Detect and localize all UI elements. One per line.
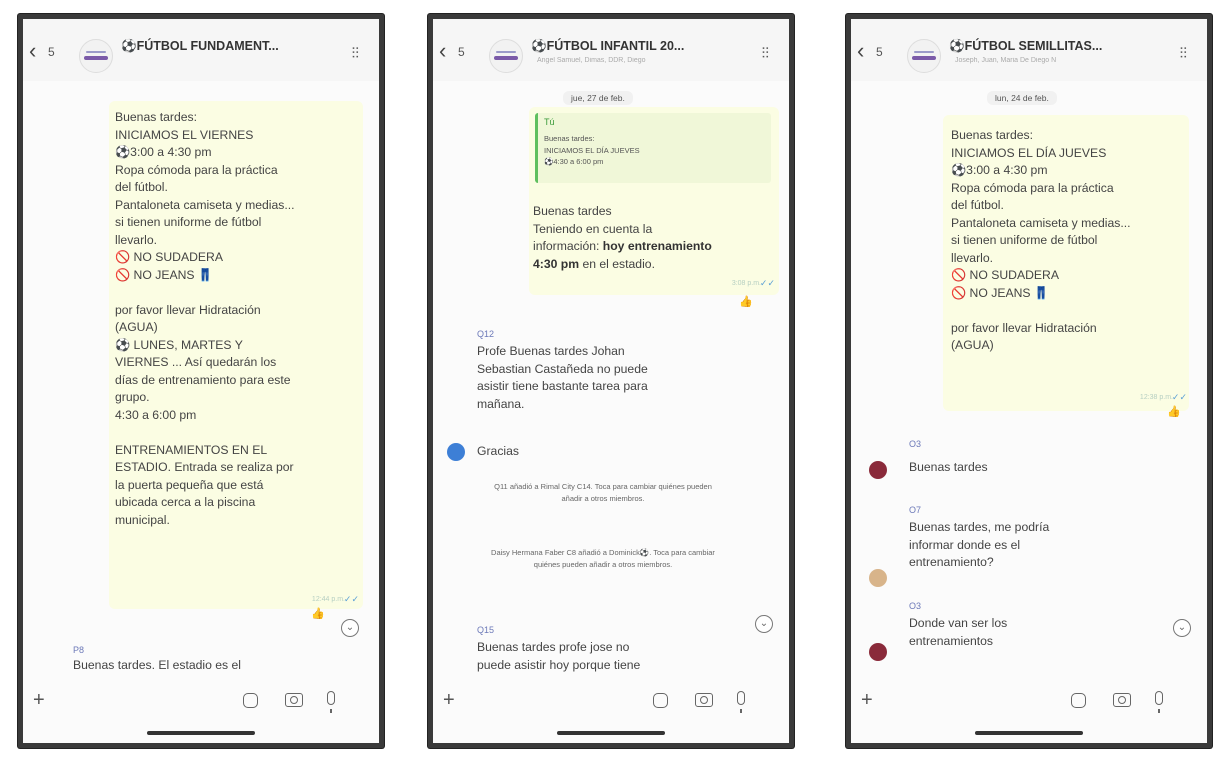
message-sender: Q12 <box>477 329 495 339</box>
group-avatar[interactable] <box>907 39 941 73</box>
sticker-icon[interactable] <box>243 693 258 708</box>
plus-icon[interactable]: + <box>861 689 873 712</box>
date-separator: jue, 27 de feb. <box>563 91 633 105</box>
message-text[interactable]: Buenas tardes <box>909 459 988 477</box>
message-sender: P8 <box>73 645 85 655</box>
scroll-down-button[interactable]: ⌄ <box>755 615 773 633</box>
waveform-icon[interactable]: ⫶⫶ <box>761 45 769 62</box>
waveform-icon[interactable]: ⫶⫶ <box>1179 45 1187 62</box>
scroll-down-button[interactable]: ⌄ <box>341 619 359 637</box>
back-arrow-icon[interactable]: ‹ <box>29 40 36 62</box>
group-title[interactable]: ⚽FÚTBOL INFANTIL 20... <box>531 39 684 54</box>
message-text: Buenas tardes Teniendo en cuenta la info… <box>533 203 777 273</box>
camera-icon[interactable] <box>285 693 303 707</box>
group-title[interactable]: ⚽FÚTBOL SEMILLITAS... <box>949 39 1102 54</box>
back-arrow-icon[interactable]: ‹ <box>857 40 864 62</box>
message-text[interactable]: Buenas tardes profe jose no puede asisti… <box>477 639 737 674</box>
contact-avatar[interactable] <box>869 643 887 661</box>
chat-header: ‹ 5 ⚽FÚTBOL INFANTIL 20... Angel Samuel,… <box>433 19 789 81</box>
reaction-thumbs-up[interactable]: 👍 <box>739 295 753 308</box>
system-message: Q11 añadió a Rimal City C14. Toca para c… <box>494 482 712 503</box>
message-bubble-outgoing[interactable]: Buenas tardes: INICIAMOS EL DÍA JUEVES ⚽… <box>943 115 1189 411</box>
read-tick-icon: ✓✓ <box>759 278 775 288</box>
message-sender: O7 <box>909 505 922 515</box>
plus-icon[interactable]: + <box>33 689 45 712</box>
home-indicator <box>147 731 255 735</box>
message-text: Buenas tardes: INICIAMOS EL DÍA JUEVES ⚽… <box>951 128 1131 352</box>
message-text[interactable]: Buenas tardes, me podría informar donde … <box>909 519 1149 572</box>
waveform-icon[interactable]: ⫶⫶ <box>351 45 359 62</box>
read-tick-icon: ✓✓ <box>1171 392 1187 402</box>
message-text[interactable]: Profe Buenas tardes Johan Sebastian Cast… <box>477 343 737 413</box>
back-unread-count[interactable]: 5 <box>48 45 55 59</box>
phone-screen-fundamentos: ‹ 5 ⚽FÚTBOL FUNDAMENT... ⫶⫶ Buenas tarde… <box>18 14 384 748</box>
group-title[interactable]: ⚽FÚTBOL FUNDAMENT... <box>121 39 279 54</box>
read-tick-icon: ✓✓ <box>343 594 359 604</box>
contact-avatar[interactable] <box>869 461 887 479</box>
message-sender: O3 <box>909 439 922 449</box>
microphone-icon[interactable] <box>327 691 335 713</box>
message-text[interactable]: Donde van ser los entrenamientos <box>909 615 1149 650</box>
contact-avatar[interactable] <box>869 569 887 587</box>
sticker-icon[interactable] <box>653 693 668 708</box>
message-time: 3:08 p.m. <box>731 280 761 287</box>
back-unread-count[interactable]: 5 <box>458 45 465 59</box>
chat-input-bar: + <box>851 685 1207 743</box>
group-subtitle[interactable]: Joseph, Juan, Maria De Diego N <box>955 57 1103 67</box>
message-sender: O3 <box>909 601 922 611</box>
scroll-down-button[interactable]: ⌄ <box>1173 619 1191 637</box>
reply-text-end: en el estadio. <box>582 256 655 271</box>
microphone-icon[interactable] <box>737 691 745 713</box>
group-subtitle[interactable] <box>127 57 275 67</box>
message-text[interactable]: Buenas tardes. El estadio es el <box>73 657 353 675</box>
message-time: 12:44 p.m. <box>311 596 345 603</box>
chat-header: ‹ 5 ⚽FÚTBOL SEMILLITAS... Joseph, Juan, … <box>851 19 1207 81</box>
phone-screen-semillitas: ‹ 5 ⚽FÚTBOL SEMILLITAS... Joseph, Juan, … <box>846 14 1212 748</box>
group-subtitle[interactable]: Angel Samuel, Dimas, DDR, Diego <box>537 57 685 67</box>
home-indicator <box>557 731 665 735</box>
message-bubble-outgoing[interactable]: Buenas tardes: INICIAMOS EL VIERNES ⚽3:0… <box>109 101 363 609</box>
message-text: Buenas tardes: INICIAMOS EL VIERNES ⚽3:0… <box>115 110 295 527</box>
quoted-message[interactable]: Tú Buenas tardes: INICIAMOS EL DÍA JUEVE… <box>535 113 771 183</box>
message-time: 12:38 p.m. <box>1139 394 1173 401</box>
chat-input-bar: + <box>433 685 789 743</box>
quote-author: Tú <box>544 117 555 127</box>
back-arrow-icon[interactable]: ‹ <box>439 40 446 62</box>
microphone-icon[interactable] <box>1155 691 1163 713</box>
home-indicator <box>975 731 1083 735</box>
contact-avatar[interactable] <box>447 443 465 461</box>
group-avatar[interactable] <box>489 39 523 73</box>
message-sender: Q15 <box>477 625 495 635</box>
camera-icon[interactable] <box>695 693 713 707</box>
message-bubble-outgoing[interactable]: Tú Buenas tardes: INICIAMOS EL DÍA JUEVE… <box>529 107 779 295</box>
sticker-icon[interactable] <box>1071 693 1086 708</box>
chat-input-bar: + <box>23 685 379 743</box>
plus-icon[interactable]: + <box>443 689 455 712</box>
quote-text: Buenas tardes: INICIAMOS EL DÍA JUEVES ⚽… <box>544 134 640 166</box>
group-avatar[interactable] <box>79 39 113 73</box>
reaction-thumbs-up[interactable]: 👍 <box>311 607 325 620</box>
back-unread-count[interactable]: 5 <box>876 45 883 59</box>
chat-header: ‹ 5 ⚽FÚTBOL FUNDAMENT... ⫶⫶ <box>23 19 379 81</box>
camera-icon[interactable] <box>1113 693 1131 707</box>
reaction-thumbs-up[interactable]: 👍 <box>1167 405 1181 418</box>
message-text[interactable]: Gracias <box>477 443 519 461</box>
date-separator: lun, 24 de feb. <box>987 91 1057 105</box>
phone-screen-infantil: ‹ 5 ⚽FÚTBOL INFANTIL 20... Angel Samuel,… <box>428 14 794 748</box>
system-message: Daisy Hermana Faber C8 añadió a Dominick… <box>491 548 715 569</box>
